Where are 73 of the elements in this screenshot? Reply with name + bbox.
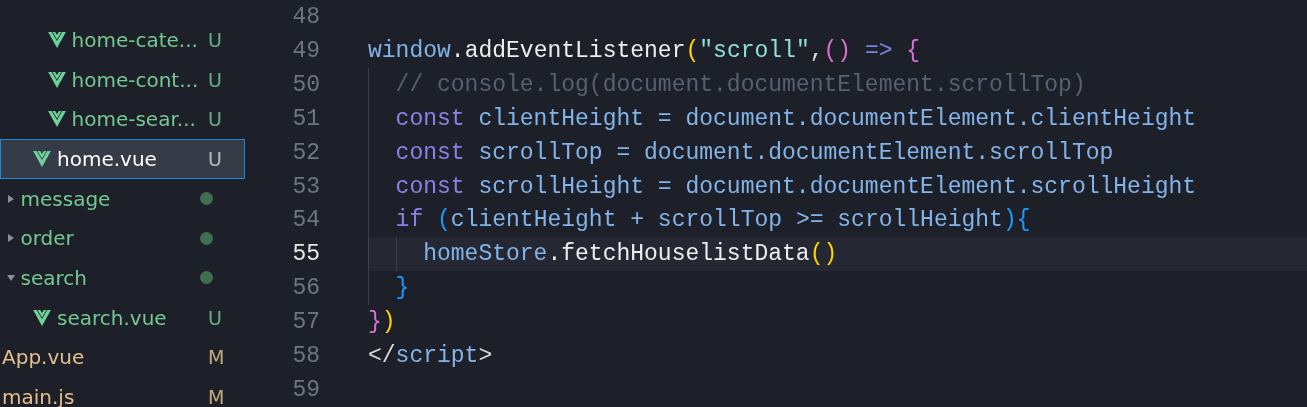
- file-tree-item[interactable]: home.vue U: [0, 139, 245, 179]
- git-status-letter: M: [208, 346, 226, 369]
- code-token: if: [395, 207, 425, 234]
- line-number: 57: [291, 309, 320, 336]
- file-name: order: [19, 226, 75, 251]
- code-token: clientHeight = document.documentElement.clientHeight: [477, 105, 1197, 132]
- code-token: // console.log(document.documentElement.scrollTop): [395, 71, 1086, 98]
- code-token: ){: [1002, 207, 1031, 234]
- file-tree-item[interactable]: order: [0, 218, 245, 259]
- line-number: 53: [291, 173, 320, 200]
- code-token: const: [395, 139, 465, 166]
- code-token: {: [906, 37, 921, 64]
- code-token: =>: [863, 37, 894, 64]
- code-token: (): [823, 37, 852, 64]
- code-token: (: [437, 207, 451, 234]
- line-number: 54: [291, 207, 320, 234]
- vue-file-icon: [33, 150, 51, 167]
- file-name: search: [19, 265, 88, 290]
- code-token: >: [478, 343, 493, 370]
- code-token: clientHeight + scrollTop >= scrollHeight: [450, 207, 1003, 234]
- git-status-letter: U: [208, 68, 223, 91]
- code-token: ): [381, 309, 396, 336]
- vue-file-icon: [33, 309, 51, 326]
- git-status-letter: U: [208, 108, 223, 131]
- code-token: .addEventListener: [450, 37, 686, 64]
- line-number: 55: [291, 241, 320, 268]
- vue-file-icon: [47, 71, 66, 88]
- file-name: home-sear...: [70, 107, 197, 132]
- line-number: 58: [291, 343, 320, 370]
- file-name: home-cont...: [70, 67, 200, 92]
- line-number: 52: [291, 139, 320, 166]
- file-name: home.vue: [56, 146, 158, 171]
- line-number: 51: [291, 105, 320, 132]
- code-token: }: [368, 309, 382, 336]
- code-token: </: [368, 343, 396, 370]
- vue-file-icon: [47, 111, 66, 128]
- file-name: message: [19, 186, 112, 211]
- code-token: scrollHeight = document.documentElement.scrollHeight: [477, 173, 1197, 200]
- line-number: 50: [291, 71, 320, 98]
- code-token: }: [395, 275, 410, 302]
- git-status-letter: M: [208, 386, 226, 407]
- code-token: script: [395, 343, 479, 370]
- file-tree-item[interactable]: home-cont... U: [0, 59, 245, 100]
- line-number: 59: [291, 377, 320, 404]
- expanded-chevron-icon[interactable]: [5, 272, 16, 283]
- file-name: App.vue: [1, 345, 86, 370]
- file-tree-item[interactable]: search.vue U: [0, 297, 245, 338]
- code-token: homeStore: [423, 241, 548, 268]
- file-name: home-cate...: [70, 27, 199, 52]
- git-status-letter: U: [208, 28, 223, 51]
- git-status-letter: U: [208, 306, 223, 329]
- code-token: ,: [809, 37, 824, 64]
- line-number: 48: [291, 3, 320, 30]
- code-token: window: [368, 37, 451, 64]
- code-token: (: [685, 37, 700, 64]
- file-name: search.vue: [56, 305, 168, 330]
- file-tree-item[interactable]: message: [0, 178, 245, 219]
- file-tree-item[interactable]: search: [0, 258, 245, 298]
- git-status-letter: U: [208, 147, 223, 170]
- line-number: 49: [291, 37, 320, 64]
- code-token: const: [395, 173, 465, 200]
- code-token: (): [809, 241, 838, 268]
- collapsed-chevron-icon[interactable]: [5, 233, 16, 244]
- file-tree-item[interactable]: App.vue M: [0, 337, 245, 378]
- file-tree-item[interactable]: home-sear... U: [0, 99, 245, 140]
- code-token: const: [395, 105, 465, 132]
- code-token: scrollTop = document.documentElement.scrollTop: [477, 139, 1114, 166]
- code-token: "scroll": [699, 37, 810, 64]
- file-tree-item[interactable]: home-cate... U: [0, 20, 245, 60]
- code-token: .fetchHouselistData: [547, 241, 810, 268]
- vue-file-icon: [47, 31, 66, 48]
- collapsed-chevron-icon[interactable]: [5, 193, 16, 204]
- line-number: 56: [291, 275, 320, 302]
